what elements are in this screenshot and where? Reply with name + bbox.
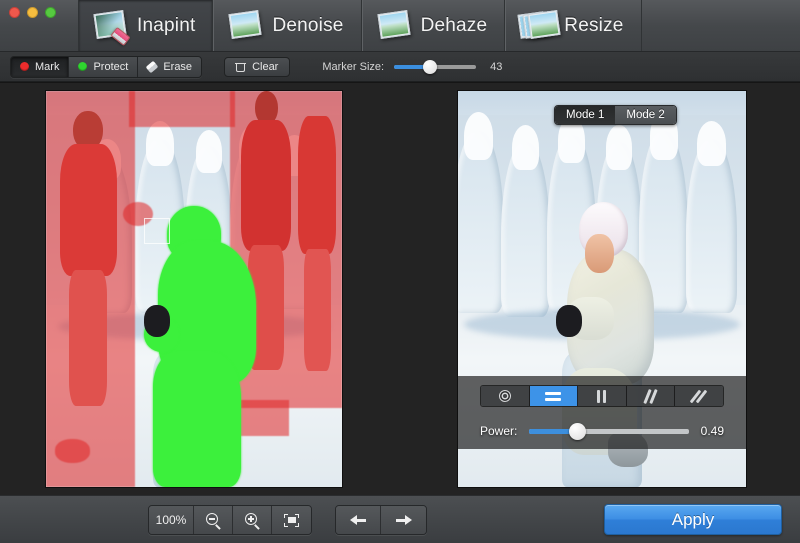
app-window: Inapint Denoise Dehaze Resize M xyxy=(0,0,800,543)
horizontal-lines-icon xyxy=(545,392,561,401)
fit-to-screen-icon xyxy=(284,514,299,527)
trash-icon xyxy=(236,62,245,72)
mode-2-button[interactable]: Mode 2 xyxy=(615,106,675,124)
power-slider[interactable] xyxy=(529,424,688,438)
history-control-group xyxy=(335,505,427,535)
tab-denoise-label: Denoise xyxy=(272,15,343,37)
bottom-bar: 100% xyxy=(0,495,800,543)
power-value: 0.49 xyxy=(701,424,724,438)
pattern-mode-bar xyxy=(480,385,724,407)
close-button[interactable] xyxy=(9,7,20,18)
clear-button[interactable]: Clear xyxy=(224,57,290,77)
protect-color-dot xyxy=(78,62,87,71)
snow-scene-image xyxy=(46,91,342,487)
radial-pattern-button[interactable] xyxy=(481,386,530,406)
marker-brush-cursor xyxy=(144,218,170,244)
photo-icon xyxy=(375,9,413,43)
mark-mask-region xyxy=(129,91,236,127)
mode-1-button[interactable]: Mode 1 xyxy=(555,106,615,124)
tab-resize[interactable]: Resize xyxy=(505,0,641,51)
mark-mask-region xyxy=(46,91,135,487)
protected-child-mitten xyxy=(144,305,171,337)
result-image-panel[interactable]: Mode 1 Mode 2 xyxy=(458,91,746,487)
marker-size-slider[interactable] xyxy=(394,60,476,74)
undo-button[interactable] xyxy=(336,506,381,534)
zoom-control-group: 100% xyxy=(148,505,312,535)
eraser-icon xyxy=(146,60,159,73)
vertical-bars-icon xyxy=(597,390,606,403)
shallow-diagonal-lines-icon xyxy=(692,390,706,403)
photo-icon xyxy=(226,9,264,43)
radial-pattern-icon xyxy=(499,390,511,402)
tab-bar: Inapint Denoise Dehaze Resize xyxy=(78,0,642,51)
steep-diagonal-button[interactable] xyxy=(627,386,676,406)
mask-tool-group: Mark Protect Erase xyxy=(10,56,202,78)
photo-stack-icon xyxy=(518,9,556,43)
power-control: Power: 0.49 xyxy=(480,424,724,438)
mark-tool-label: Mark xyxy=(35,61,59,73)
redo-arrow-icon xyxy=(395,514,412,527)
tab-inpaint[interactable]: Inapint xyxy=(78,0,213,51)
mode-toggle: Mode 1 Mode 2 xyxy=(554,105,677,125)
minimize-button[interactable] xyxy=(27,7,38,18)
zoom-in-button[interactable] xyxy=(233,506,272,534)
fit-to-screen-button[interactable] xyxy=(272,506,311,534)
tab-resize-label: Resize xyxy=(564,15,623,37)
vertical-bars-button[interactable] xyxy=(578,386,627,406)
magnifier-plus-icon xyxy=(245,513,259,527)
power-label: Power: xyxy=(480,424,517,438)
protect-mask-region xyxy=(153,352,242,487)
tab-denoise[interactable]: Denoise xyxy=(213,0,361,51)
undo-arrow-icon xyxy=(350,514,367,527)
mark-mask-region xyxy=(55,439,91,463)
horizontal-lines-button[interactable] xyxy=(530,386,579,406)
apply-button[interactable]: Apply xyxy=(604,504,782,535)
shallow-diagonal-button[interactable] xyxy=(675,386,723,406)
zoom-button[interactable] xyxy=(45,7,56,18)
title-bar: Inapint Denoise Dehaze Resize xyxy=(0,0,800,52)
marker-size-label: Marker Size: xyxy=(322,61,384,73)
slider-knob[interactable] xyxy=(423,60,437,74)
zoom-level-button[interactable]: 100% xyxy=(149,506,194,534)
marker-size-control: Marker Size: 43 xyxy=(322,60,502,74)
protect-tool-button[interactable]: Protect xyxy=(69,57,138,77)
mark-tool-button[interactable]: Mark xyxy=(11,57,69,77)
window-controls xyxy=(9,7,56,18)
adjust-panel: Power: 0.49 xyxy=(458,376,746,449)
erase-tool-label: Erase xyxy=(163,61,192,73)
clear-button-label: Clear xyxy=(252,61,278,73)
photo-eraser-icon xyxy=(91,9,129,43)
redo-button[interactable] xyxy=(381,506,426,534)
tool-strip: Mark Protect Erase Clear Marker Size: 43 xyxy=(0,52,800,82)
tab-dehaze-label: Dehaze xyxy=(421,15,488,37)
magnifier-minus-icon xyxy=(206,513,220,527)
tab-inpaint-label: Inapint xyxy=(137,15,195,37)
zoom-out-button[interactable] xyxy=(194,506,233,534)
erase-tool-button[interactable]: Erase xyxy=(138,57,201,77)
editor-canvas: Mode 1 Mode 2 xyxy=(0,82,800,495)
steep-diagonal-lines-icon xyxy=(644,390,658,403)
tab-dehaze[interactable]: Dehaze xyxy=(362,0,506,51)
source-image-panel[interactable] xyxy=(46,91,342,487)
protect-tool-label: Protect xyxy=(93,61,128,73)
marker-size-value: 43 xyxy=(490,61,502,73)
mark-color-dot xyxy=(20,62,29,71)
slider-knob[interactable] xyxy=(569,423,586,440)
